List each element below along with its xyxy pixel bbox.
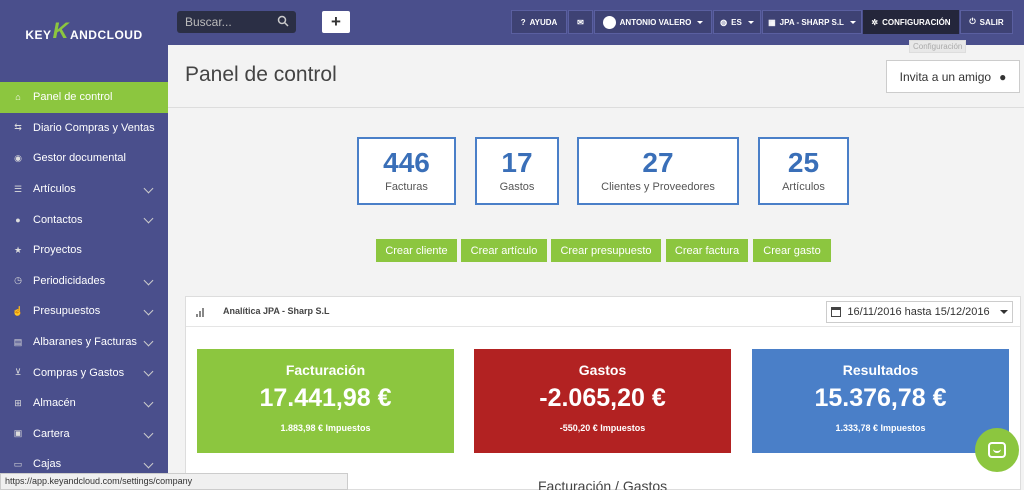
analytics-title: Analítica JPA - Sharp S.L — [223, 306, 330, 316]
chevron-down-icon — [143, 366, 154, 377]
sidebar-item-cartera[interactable]: ▣ Cartera — [0, 419, 168, 450]
sidebar-item-albaranes[interactable]: ▤ Albaranes y Facturas — [0, 327, 168, 358]
chevron-down-icon — [143, 275, 154, 286]
top-bar: KEY K ANDCLOUD Buscar... + ? AYUDA ✉ ANTONI… — [0, 0, 1024, 45]
create-invoice-button[interactable]: Crear factura — [666, 239, 748, 262]
chat-icon — [988, 442, 1006, 458]
language-menu[interactable]: ◍ ES — [713, 10, 761, 34]
clock-icon: ◷ — [14, 275, 22, 286]
home-icon: ⌂ — [15, 92, 21, 103]
chevron-down-icon — [143, 305, 154, 316]
status-bar-url: https://app.keyandcloud.com/settings/com… — [0, 473, 348, 490]
help-button[interactable]: ? AYUDA — [511, 10, 567, 34]
cart-icon: ⊻ — [14, 367, 22, 378]
kpi-gastos: Gastos -2.065,20 € -550,20 € Impuestos — [474, 349, 731, 453]
sidebar-item-proyectos[interactable]: ★ Proyectos — [0, 235, 168, 266]
chevron-down-icon — [143, 428, 154, 438]
power-icon: ⏻ — [969, 17, 976, 26]
sidebar-item-articulos[interactable]: ☰ Artículos — [0, 174, 168, 205]
globe-icon: ◍ — [720, 17, 728, 27]
calendar-icon — [831, 307, 842, 317]
analytics-header: Analítica JPA - Sharp S.L 16/11/2016 has… — [186, 297, 1020, 327]
sidebar-item-gestor-documental[interactable]: ◉ Gestor documental — [0, 143, 168, 174]
bar-chart-icon — [196, 308, 204, 317]
sidebar: ⌂ Panel de control ⇆ Diario Compras y Vent… — [0, 45, 168, 490]
header-divider — [168, 107, 1024, 108]
chevron-down-icon — [747, 20, 754, 24]
building-icon: ▦ — [768, 17, 776, 27]
logo[interactable]: KEY K ANDCLOUD — [0, 0, 168, 45]
stat-clientes-proveedores[interactable]: 27 Clientes y Proveedores — [577, 137, 739, 205]
file-icon: ▤ — [13, 336, 23, 347]
sidebar-item-almacen[interactable]: ⊞ Almacén — [0, 388, 168, 419]
kpi-facturacion: Facturación 17.441,98 € 1.883,98 € Impue… — [197, 349, 454, 453]
user-icon: ● — [999, 69, 1007, 84]
chevron-down-icon — [143, 397, 154, 408]
create-quote-button[interactable]: Crear presupuesto — [551, 239, 661, 262]
chart-title: Facturación / Gastos — [538, 478, 668, 490]
cash-icon: ▭ — [13, 458, 23, 469]
settings-button[interactable]: ✲ CONFIGURACIÓN — [863, 10, 959, 34]
invite-friend-button[interactable]: Invita a un amigo ● — [886, 60, 1020, 93]
logout-button[interactable]: ⏻ SALIR — [960, 10, 1013, 34]
list-icon: ☰ — [13, 183, 23, 194]
chevron-down-icon — [143, 213, 154, 224]
create-expense-button[interactable]: Crear gasto — [753, 239, 831, 262]
sidebar-item-periodicidades[interactable]: ◷ Periodicidades — [0, 266, 168, 297]
messages-button[interactable]: ✉ — [568, 10, 593, 34]
documents-icon: ◉ — [14, 152, 22, 163]
page-title: Panel de control — [185, 63, 337, 86]
chevron-down-icon — [697, 20, 704, 24]
create-article-button[interactable]: Crear artículo — [461, 239, 547, 262]
settings-tooltip: Configuración — [909, 40, 967, 53]
stat-gastos[interactable]: 17 Gastos — [475, 137, 559, 205]
chevron-down-icon — [999, 310, 1008, 314]
gear-icon: ✲ — [871, 17, 879, 27]
user-icon: ● — [15, 214, 21, 225]
exchange-icon: ⇆ — [14, 122, 22, 133]
sidebar-item-panel-de-control[interactable]: ⌂ Panel de control — [0, 82, 168, 113]
create-client-button[interactable]: Crear cliente — [376, 239, 457, 262]
question-icon: ? — [520, 17, 526, 27]
thumbs-up-icon: ☝ — [12, 305, 24, 316]
avatar — [602, 15, 616, 29]
user-menu[interactable]: ANTONIO VALERO — [594, 10, 712, 34]
sidebar-item-contactos[interactable]: ● Contactos — [0, 204, 168, 235]
stat-articulos[interactable]: 25 Artículos — [758, 137, 849, 205]
search-input[interactable]: Buscar... — [177, 11, 296, 33]
search-icon — [277, 15, 289, 27]
add-button[interactable]: + — [322, 11, 350, 33]
sidebar-item-diario[interactable]: ⇆ Diario Compras y Ventas — [0, 113, 168, 144]
chevron-down-icon — [849, 20, 856, 24]
company-menu[interactable]: ▦ JPA - SHARP S.L — [762, 10, 862, 34]
chat-button[interactable] — [975, 428, 1019, 472]
chevron-down-icon — [143, 458, 154, 469]
sidebar-item-compras-gastos[interactable]: ⊻ Compras y Gastos — [0, 357, 168, 388]
star-icon: ★ — [13, 244, 23, 255]
chevron-down-icon — [143, 336, 154, 347]
kpi-resultados: Resultados 15.376,78 € 1.333,78 € Impues… — [752, 349, 1009, 453]
sidebar-item-presupuestos[interactable]: ☝ Presupuestos — [0, 296, 168, 327]
stat-facturas[interactable]: 446 Facturas — [357, 137, 456, 205]
wallet-icon: ▣ — [13, 428, 23, 439]
chevron-down-icon — [143, 183, 154, 194]
date-range-picker[interactable]: 16/11/2016 hasta 15/12/2016 — [826, 301, 1013, 323]
grid-icon: ⊞ — [14, 397, 22, 408]
envelope-icon: ✉ — [577, 17, 584, 27]
